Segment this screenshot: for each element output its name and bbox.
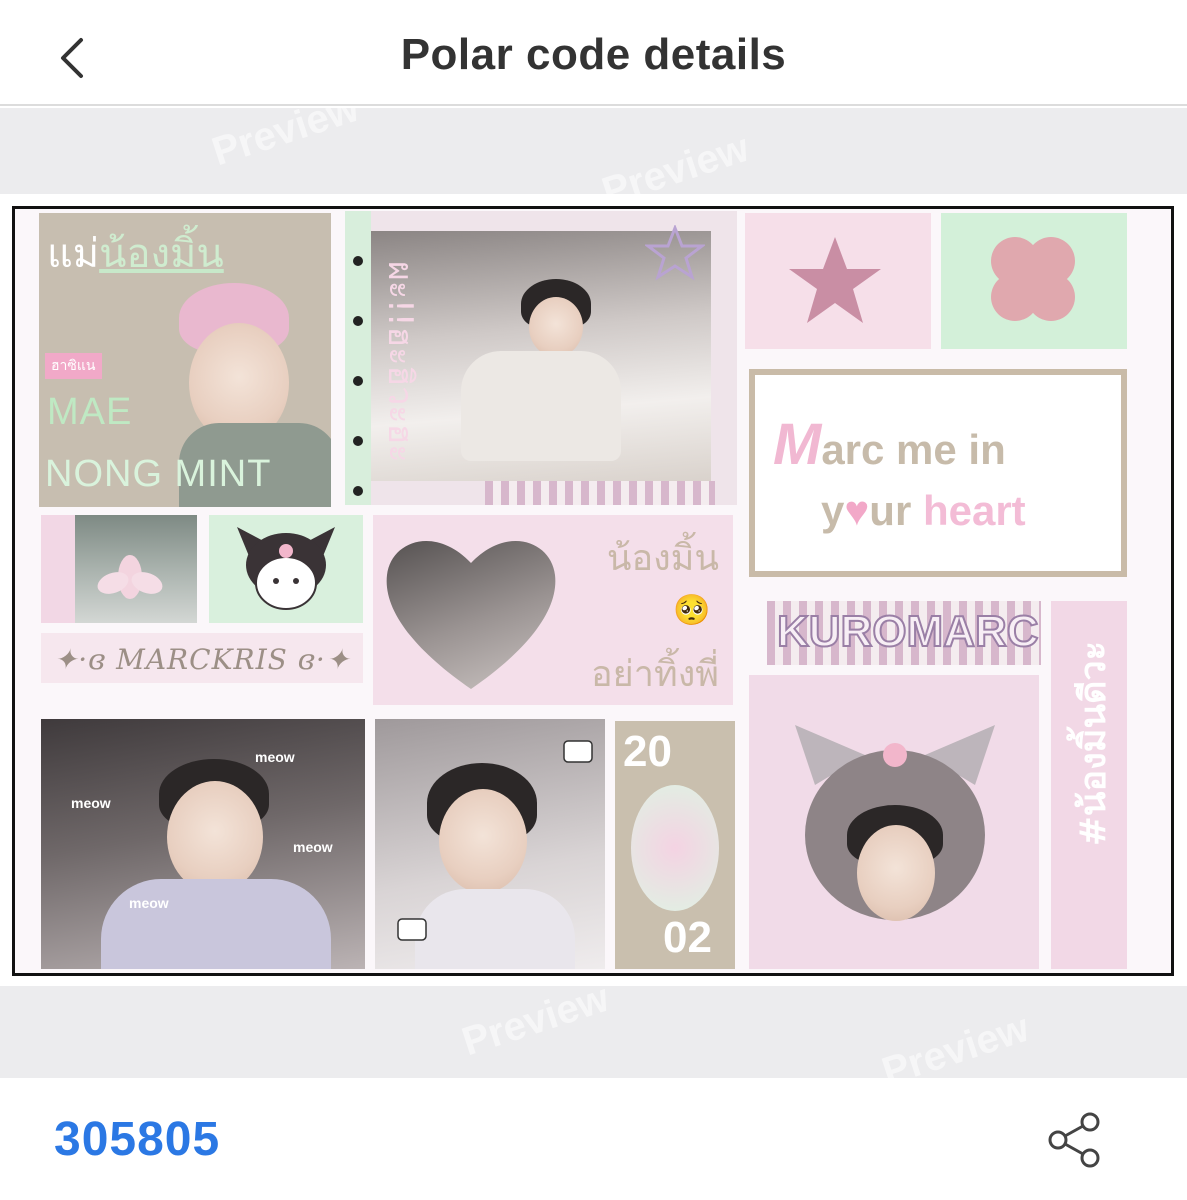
tile-kuromi [209,515,363,623]
preview-area: Preview Preview Preview Preview แม่น้องม… [0,108,1187,1078]
meow-tag: meow [293,839,333,855]
photo-face [529,297,583,357]
number-bottom: 02 [663,913,712,962]
bed-vertical-text: ผะ!!ฮะฮิวะฮะ [380,261,420,463]
polaroid-frame: แม่น้องมิ้น ฮาซิแน MAE NONG MINT ผะ!!ฮะฮ… [0,194,1187,986]
clover-icon [991,237,1075,321]
kuromi-icon [237,527,335,610]
meow-tag: meow [129,895,169,911]
lotus-icon [97,555,163,599]
photo-face [439,789,527,893]
tile-clover [941,213,1127,349]
mae-title: แม่น้องมิ้น [47,231,224,277]
mae-tag: ฮาซิแน [45,353,102,379]
dotted-strip [345,211,371,505]
polar-card-image[interactable]: แม่น้องมิ้น ฮาซิแน MAE NONG MINT ผะ!!ฮะฮ… [12,206,1174,976]
lotus-side-strip [41,515,75,623]
tile-bed-photo: ผะ!!ฮะฮิวะฮะ [345,211,737,505]
oval-frame [631,785,719,911]
marc-line2: y♥ur heart [821,487,1026,534]
heart-shaped-photo [383,529,559,695]
preview-watermark: Preview [206,108,365,175]
mae-name-line2: NONG MINT [45,453,272,495]
preview-watermark: Preview [456,975,615,1065]
heart-text-2: อย่าทิ้งพี่ [591,654,719,695]
bottom-bar: 305805 [0,1080,1187,1200]
marc-line1: Marc me in [773,412,1006,477]
meow-tag: meow [255,749,295,765]
polar-code: 305805 [54,1113,221,1166]
number-top: 20 [623,727,672,776]
star-outline-icon [645,225,705,281]
cat-sticker-icon [563,740,593,763]
tile-hashtag: #น้องมิ้นดีวะ [1051,601,1127,969]
tile-cat-photo [375,719,605,969]
tile-marckris: ✦·ɞ MARCKRIS ɞ·✦ [41,633,363,683]
tile-heart-photo: น้องมิ้น 🥺 อย่าทิ้งพี่ [373,515,733,705]
tile-star [745,213,931,349]
page-title: Polar code details [400,30,787,79]
marckris-label: ✦·ɞ MARCKRIS ɞ·✦ [53,643,351,676]
photo-face [167,781,263,893]
tile-mae-nong-mint: แม่น้องมิ้น ฮาซิแน MAE NONG MINT [39,213,331,507]
heart-text-1: น้องมิ้น [606,538,719,579]
kuromarc-label: KUROMARC [776,606,1040,657]
share-button[interactable] [1044,1110,1104,1170]
dots-icon [353,256,363,496]
striped-border [485,481,715,505]
hashtag-label: #น้องมิ้นดีวะ [1073,641,1114,847]
tile-marc-heart: Marc me in y♥ur heart [749,369,1127,577]
cat-sticker-icon [397,918,427,941]
photo-shirt [101,879,331,969]
tile-meow-photo: meow meow meow meow [41,719,365,969]
photo-shirt [415,889,575,969]
tile-kuromarc: KUROMARC [767,601,1041,665]
preview-watermark: Preview [876,1005,1035,1078]
pleading-emoji: 🥺 [673,593,711,628]
halftone-star-icon [789,237,881,323]
top-bar: Polar code details [0,0,1187,106]
mae-name-line1: MAE [47,391,133,433]
photo-sweater [461,351,621,461]
tile-kuromi-photo [749,675,1039,969]
photo-face [857,825,935,921]
tile-2002: 20 02 [615,721,735,969]
share-icon [1048,1112,1100,1168]
meow-tag: meow [71,795,111,811]
